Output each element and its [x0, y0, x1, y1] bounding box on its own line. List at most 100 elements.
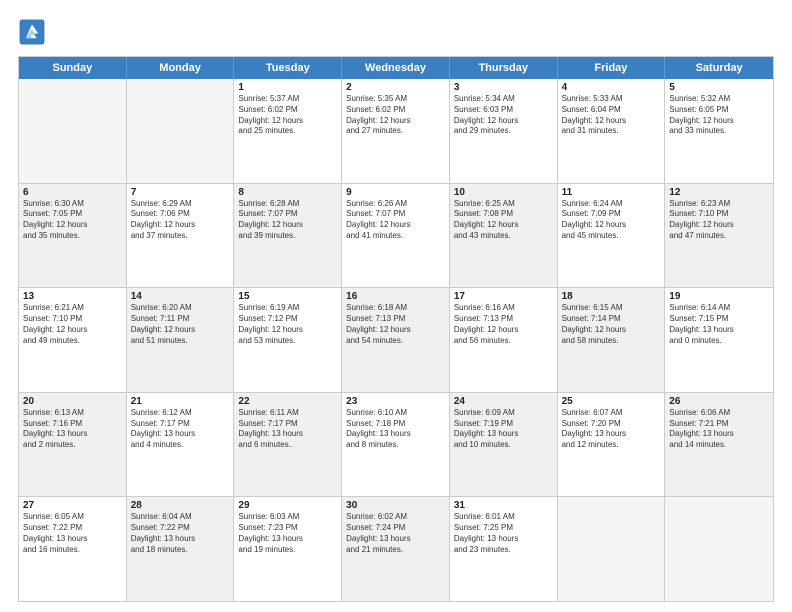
sunrise-text: Sunrise: 6:06 AM — [669, 408, 769, 419]
daylight-text: Daylight: 13 hours — [23, 429, 122, 440]
daylight-continuation: and 25 minutes. — [238, 126, 337, 137]
day-number: 26 — [669, 396, 769, 407]
page: SundayMondayTuesdayWednesdayThursdayFrid… — [0, 0, 792, 612]
daylight-continuation: and 0 minutes. — [669, 336, 769, 347]
sunset-text: Sunset: 7:24 PM — [346, 523, 445, 534]
sunrise-text: Sunrise: 5:37 AM — [238, 94, 337, 105]
weekday-header: Monday — [127, 57, 235, 79]
calendar-cell: 24Sunrise: 6:09 AMSunset: 7:19 PMDayligh… — [450, 393, 558, 497]
day-number: 7 — [131, 187, 230, 198]
daylight-text: Daylight: 13 hours — [454, 534, 553, 545]
sunset-text: Sunset: 7:20 PM — [562, 419, 661, 430]
sunset-text: Sunset: 7:07 PM — [346, 209, 445, 220]
sunset-text: Sunset: 6:05 PM — [669, 105, 769, 116]
daylight-continuation: and 49 minutes. — [23, 336, 122, 347]
sunset-text: Sunset: 7:18 PM — [346, 419, 445, 430]
sunrise-text: Sunrise: 6:03 AM — [238, 512, 337, 523]
daylight-continuation: and 29 minutes. — [454, 126, 553, 137]
sunset-text: Sunset: 7:21 PM — [669, 419, 769, 430]
calendar-cell: 23Sunrise: 6:10 AMSunset: 7:18 PMDayligh… — [342, 393, 450, 497]
calendar-week: 13Sunrise: 6:21 AMSunset: 7:10 PMDayligh… — [19, 287, 773, 392]
day-number: 5 — [669, 82, 769, 93]
daylight-continuation: and 33 minutes. — [669, 126, 769, 137]
daylight-continuation: and 31 minutes. — [562, 126, 661, 137]
sunset-text: Sunset: 7:10 PM — [669, 209, 769, 220]
daylight-text: Daylight: 12 hours — [669, 116, 769, 127]
sunrise-text: Sunrise: 5:32 AM — [669, 94, 769, 105]
sunrise-text: Sunrise: 6:02 AM — [346, 512, 445, 523]
weekday-header: Tuesday — [234, 57, 342, 79]
day-number: 29 — [238, 500, 337, 511]
daylight-text: Daylight: 12 hours — [131, 325, 230, 336]
calendar-cell: 6Sunrise: 6:30 AMSunset: 7:05 PMDaylight… — [19, 184, 127, 288]
daylight-continuation: and 18 minutes. — [131, 545, 230, 556]
daylight-continuation: and 43 minutes. — [454, 231, 553, 242]
day-number: 1 — [238, 82, 337, 93]
day-number: 23 — [346, 396, 445, 407]
sunrise-text: Sunrise: 6:30 AM — [23, 199, 122, 210]
calendar-cell — [127, 79, 235, 183]
sunrise-text: Sunrise: 6:29 AM — [131, 199, 230, 210]
daylight-text: Daylight: 12 hours — [238, 220, 337, 231]
sunset-text: Sunset: 7:12 PM — [238, 314, 337, 325]
calendar-cell: 27Sunrise: 6:05 AMSunset: 7:22 PMDayligh… — [19, 497, 127, 601]
sunrise-text: Sunrise: 6:24 AM — [562, 199, 661, 210]
daylight-text: Daylight: 13 hours — [238, 534, 337, 545]
sunrise-text: Sunrise: 6:10 AM — [346, 408, 445, 419]
day-number: 21 — [131, 396, 230, 407]
sunrise-text: Sunrise: 6:16 AM — [454, 303, 553, 314]
day-number: 30 — [346, 500, 445, 511]
calendar-cell: 19Sunrise: 6:14 AMSunset: 7:15 PMDayligh… — [665, 288, 773, 392]
sunrise-text: Sunrise: 6:19 AM — [238, 303, 337, 314]
daylight-continuation: and 21 minutes. — [346, 545, 445, 556]
sunrise-text: Sunrise: 6:14 AM — [669, 303, 769, 314]
calendar-header: SundayMondayTuesdayWednesdayThursdayFrid… — [19, 57, 773, 79]
weekday-header: Friday — [558, 57, 666, 79]
daylight-continuation: and 27 minutes. — [346, 126, 445, 137]
daylight-continuation: and 41 minutes. — [346, 231, 445, 242]
day-number: 24 — [454, 396, 553, 407]
sunset-text: Sunset: 7:17 PM — [131, 419, 230, 430]
daylight-continuation: and 47 minutes. — [669, 231, 769, 242]
day-number: 17 — [454, 291, 553, 302]
sunset-text: Sunset: 7:13 PM — [454, 314, 553, 325]
calendar-cell: 30Sunrise: 6:02 AMSunset: 7:24 PMDayligh… — [342, 497, 450, 601]
day-number: 11 — [562, 187, 661, 198]
daylight-text: Daylight: 12 hours — [131, 220, 230, 231]
sunset-text: Sunset: 7:11 PM — [131, 314, 230, 325]
daylight-text: Daylight: 12 hours — [454, 116, 553, 127]
sunset-text: Sunset: 6:02 PM — [346, 105, 445, 116]
day-number: 3 — [454, 82, 553, 93]
daylight-text: Daylight: 13 hours — [562, 429, 661, 440]
sunset-text: Sunset: 7:14 PM — [562, 314, 661, 325]
daylight-continuation: and 51 minutes. — [131, 336, 230, 347]
sunset-text: Sunset: 7:17 PM — [238, 419, 337, 430]
calendar-cell: 25Sunrise: 6:07 AMSunset: 7:20 PMDayligh… — [558, 393, 666, 497]
day-number: 27 — [23, 500, 122, 511]
sunset-text: Sunset: 7:10 PM — [23, 314, 122, 325]
daylight-continuation: and 10 minutes. — [454, 440, 553, 451]
day-number: 12 — [669, 187, 769, 198]
daylight-continuation: and 54 minutes. — [346, 336, 445, 347]
calendar-cell: 16Sunrise: 6:18 AMSunset: 7:13 PMDayligh… — [342, 288, 450, 392]
sunset-text: Sunset: 7:23 PM — [238, 523, 337, 534]
daylight-text: Daylight: 12 hours — [23, 325, 122, 336]
calendar-cell: 18Sunrise: 6:15 AMSunset: 7:14 PMDayligh… — [558, 288, 666, 392]
daylight-continuation: and 35 minutes. — [23, 231, 122, 242]
daylight-text: Daylight: 12 hours — [562, 220, 661, 231]
daylight-text: Daylight: 12 hours — [454, 220, 553, 231]
daylight-text: Daylight: 12 hours — [346, 220, 445, 231]
calendar-cell: 21Sunrise: 6:12 AMSunset: 7:17 PMDayligh… — [127, 393, 235, 497]
calendar-cell: 15Sunrise: 6:19 AMSunset: 7:12 PMDayligh… — [234, 288, 342, 392]
sunset-text: Sunset: 7:13 PM — [346, 314, 445, 325]
day-number: 15 — [238, 291, 337, 302]
weekday-header: Saturday — [665, 57, 773, 79]
daylight-text: Daylight: 12 hours — [562, 116, 661, 127]
daylight-text: Daylight: 12 hours — [346, 325, 445, 336]
calendar-cell — [19, 79, 127, 183]
daylight-text: Daylight: 13 hours — [346, 534, 445, 545]
sunrise-text: Sunrise: 6:05 AM — [23, 512, 122, 523]
calendar-cell: 29Sunrise: 6:03 AMSunset: 7:23 PMDayligh… — [234, 497, 342, 601]
day-number: 4 — [562, 82, 661, 93]
calendar-cell: 12Sunrise: 6:23 AMSunset: 7:10 PMDayligh… — [665, 184, 773, 288]
